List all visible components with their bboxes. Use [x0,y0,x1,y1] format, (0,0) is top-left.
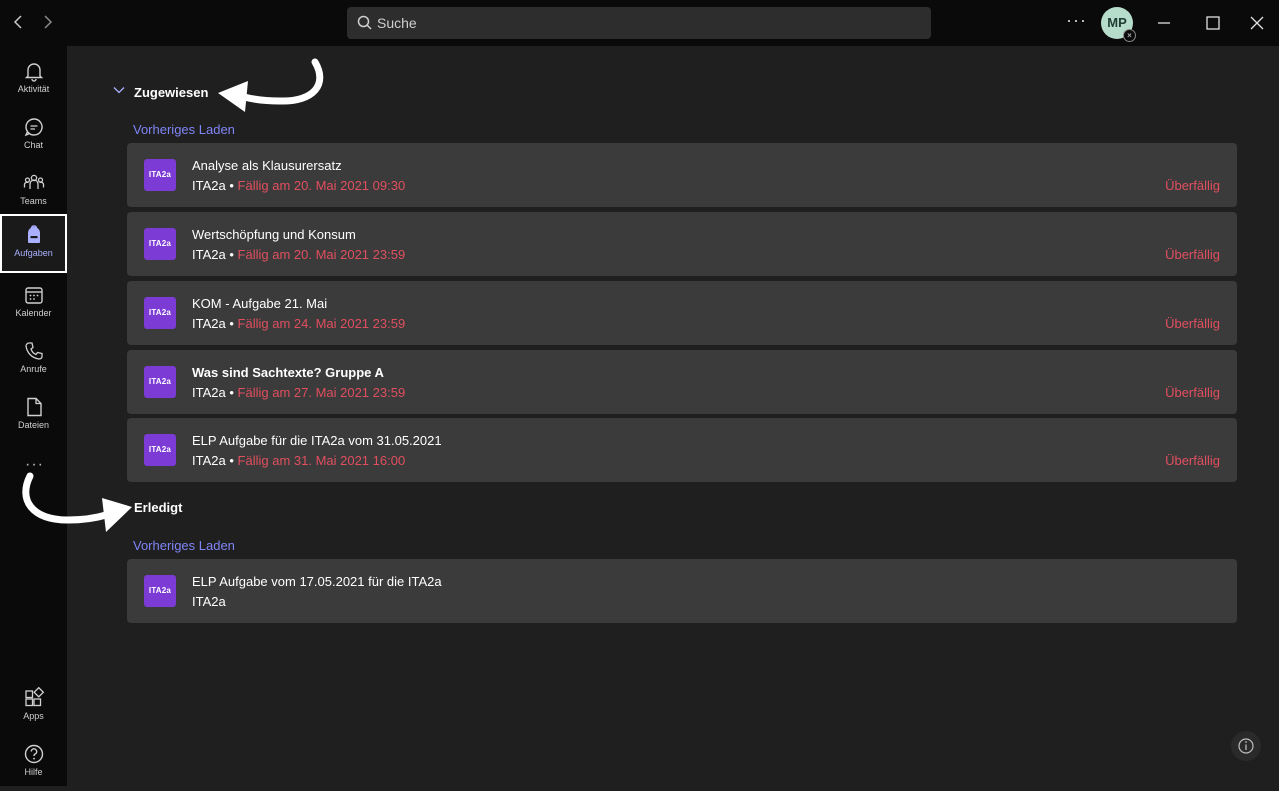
assignment-meta: ITA2a • Fällig am 27. Mai 2021 23:59 [192,385,405,400]
rail-label: Teams [20,196,47,206]
avatar[interactable]: MP × [1101,7,1136,42]
assignment-meta: ITA2a • Fällig am 31. Mai 2021 16:00 [192,453,405,468]
separator: • [229,385,234,400]
backpack-icon [27,225,40,243]
load-previous-assigned[interactable]: Vorheriges Laden [133,122,235,137]
rail-item-anrufe[interactable]: Anrufe [0,332,67,388]
chevron-down-icon[interactable] [113,85,125,95]
class-icon: ITA2a [144,297,176,329]
class-name: ITA2a [192,385,226,400]
rail-item-dateien[interactable]: Dateien [0,388,67,444]
forward-icon[interactable] [37,12,57,32]
due-date: Fällig am 24. Mai 2021 23:59 [237,316,406,331]
rail-item-hilfe[interactable]: Hilfe [0,735,67,791]
section-heading-assigned[interactable]: Zugewiesen [134,85,208,100]
assignment-card[interactable]: ITA2a KOM - Aufgabe 21. Mai ITA2a • Fäll… [127,281,1237,345]
assignment-meta: ITA2a • Fällig am 20. Mai 2021 23:59 [192,247,405,262]
search-placeholder: Suche [377,15,417,31]
separator: • [229,178,234,193]
separator: • [229,247,234,262]
help-icon [24,744,43,764]
status-icon: × [1123,29,1136,42]
teams-icon [23,174,44,189]
rail-label: Chat [23,140,43,150]
rail-label: Kalender [15,308,52,318]
status-badge: Überfällig [1165,453,1220,468]
due-date: Fällig am 27. Mai 2021 23:59 [237,385,406,400]
class-icon: ITA2a [144,434,176,466]
maximize-icon[interactable] [1201,12,1225,34]
assignment-title: Analyse als Klausurersatz [192,158,342,173]
section-heading-done[interactable]: Erledigt [134,500,182,515]
rail-item-aktivitaet[interactable]: Aktivität [0,52,67,108]
status-badge: Überfällig [1165,316,1220,331]
assignment-title: Was sind Sachtexte? Gruppe A [192,365,384,380]
search-icon [357,15,372,30]
class-name: ITA2a [192,178,226,193]
apps-icon [24,687,44,707]
assignment-card[interactable]: ITA2a ELP Aufgabe vom 17.05.2021 für die… [127,559,1237,623]
rail-item-kalender[interactable]: Kalender [0,276,67,332]
assignment-card[interactable]: ITA2a Analyse als Klausurersatz ITA2a • … [127,143,1237,207]
rail-item-teams[interactable]: Teams [0,164,67,220]
class-icon: ITA2a [144,575,176,607]
rail-label: Apps [23,711,44,721]
rail-label: Dateien [17,420,50,430]
title-bar: Suche ··· MP × [0,0,1279,46]
class-name: ITA2a [192,594,226,609]
class-name: ITA2a [192,453,226,468]
minimize-icon[interactable] [1152,12,1176,34]
class-name: ITA2a [192,247,226,262]
avatar-initials: MP [1107,15,1127,30]
rail-label: Aktivität [17,84,50,94]
info-button[interactable] [1231,731,1261,761]
more-options-icon[interactable]: ··· [1066,10,1087,31]
rail-item-apps[interactable]: Apps [0,679,67,735]
rail-label: Hilfe [24,767,43,777]
rail-label: Anrufe [20,364,47,374]
app-rail: Aktivität Chat Teams Aufgaben Kalender A… [0,46,67,786]
due-date: Fällig am 31. Mai 2021 16:00 [237,453,406,468]
annotation-arrow-icon [218,58,324,112]
separator: • [229,316,234,331]
assignment-card[interactable]: ITA2a Wertschöpfung und Konsum ITA2a • F… [127,212,1237,276]
assignment-meta: ITA2a [192,594,226,609]
class-name: ITA2a [192,316,226,331]
file-icon [26,397,42,417]
class-icon: ITA2a [144,159,176,191]
separator: • [229,453,234,468]
due-date: Fällig am 20. Mai 2021 23:59 [237,247,406,262]
rail-item-chat[interactable]: Chat [0,108,67,164]
assignment-card[interactable]: ITA2a ELP Aufgabe für die ITA2a vom 31.0… [127,418,1237,482]
phone-icon [24,342,43,360]
assignment-meta: ITA2a • Fällig am 20. Mai 2021 09:30 [192,178,405,193]
bell-icon [24,63,43,82]
annotation-arrow-icon [22,472,132,532]
assignment-title: KOM - Aufgabe 21. Mai [192,296,328,311]
assignment-card[interactable]: ITA2a Was sind Sachtexte? Gruppe A ITA2a… [127,350,1237,414]
rail-label: Aufgaben [14,248,53,258]
load-previous-done[interactable]: Vorheriges Laden [133,538,235,553]
status-badge: Überfällig [1165,385,1220,400]
due-date: Fällig am 20. Mai 2021 09:30 [237,178,406,193]
chat-icon [24,118,43,137]
info-icon [1238,738,1254,754]
class-icon: ITA2a [144,228,176,260]
assignment-title: ELP Aufgabe für die ITA2a vom 31.05.2021 [192,433,442,448]
status-badge: Überfällig [1165,178,1220,193]
assignment-title: Wertschöpfung und Konsum [192,227,356,242]
assignment-title: ELP Aufgabe vom 17.05.2021 für die ITA2a [192,574,442,589]
search-input[interactable]: Suche [347,7,931,39]
back-icon[interactable] [9,12,29,32]
close-icon[interactable] [1245,12,1269,34]
assignment-meta: ITA2a • Fällig am 24. Mai 2021 23:59 [192,316,405,331]
calendar-icon [24,287,43,304]
rail-item-aufgaben[interactable]: Aufgaben [0,214,67,273]
status-badge: Überfällig [1165,247,1220,262]
class-icon: ITA2a [144,366,176,398]
